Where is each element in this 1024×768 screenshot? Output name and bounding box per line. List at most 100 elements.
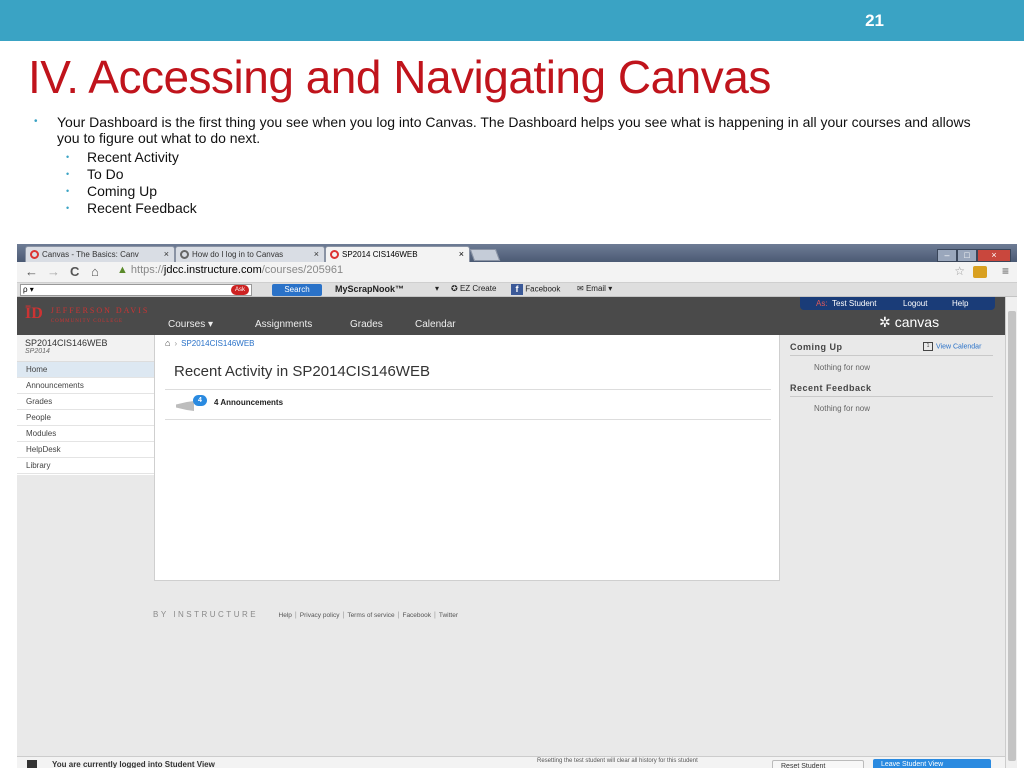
bookmark-star-icon[interactable]: ☆ — [954, 264, 965, 278]
college-logo[interactable]: ĪD JEFFERSON DAVIS COMMUNITY COLLEGE — [25, 305, 149, 325]
view-calendar-link[interactable]: 1 View Calendar — [923, 342, 981, 351]
student-view-message: You are currently logged into Student Vi… — [52, 760, 215, 768]
window-close-button[interactable]: × — [977, 249, 1011, 262]
canvas-brand[interactable]: ✲ canvas — [879, 314, 939, 331]
facebook-button[interactable]: f Facebook — [511, 284, 560, 295]
minimize-button[interactable]: – — [937, 249, 957, 262]
course-header: SP2014CIS146WEB SP2014 — [17, 335, 154, 362]
right-sidebar: Coming Up 1 View Calendar Nothing for now… — [787, 335, 993, 435]
slide-header-bar: 21 — [0, 0, 1024, 41]
logo-line1: JEFFERSON DAVIS — [50, 306, 150, 315]
divider — [165, 419, 771, 420]
page-title: Recent Activity in SP2014CIS146WEB — [174, 363, 430, 380]
help-link[interactable]: Help — [952, 299, 968, 308]
slide-bullets: Your Dashboard is the first thing you se… — [32, 114, 982, 217]
sidebar-item-people[interactable]: People — [17, 410, 154, 426]
close-icon[interactable]: × — [314, 249, 319, 259]
footer-privacy-link[interactable]: Privacy policy — [300, 612, 340, 619]
canvas-favicon-icon — [30, 250, 39, 259]
extension-icon[interactable] — [973, 266, 987, 278]
coming-up-empty: Nothing for now — [814, 363, 871, 372]
divider — [165, 389, 771, 390]
by-instructure: BY INSTRUCTURE — [153, 610, 259, 619]
back-arrow-icon[interactable]: ← — [25, 264, 38, 279]
subbullet-recent-activity: Recent Activity — [32, 149, 982, 166]
address-bar-row: ← → C ⌂ ▲ https://jdcc.instructure.com/co… — [17, 262, 1017, 283]
logo-mark: ĪD — [25, 305, 43, 322]
sidebar-item-home[interactable]: Home — [17, 362, 154, 378]
footer-separator: | — [294, 612, 297, 619]
tab-label: How do I log in to Canvas — [192, 250, 284, 259]
footer-twitter-link[interactable]: Twitter — [439, 612, 458, 619]
sidebar-item-helpdesk[interactable]: HelpDesk — [17, 442, 154, 458]
reset-warning: Resetting the test student will clear al… — [537, 758, 698, 764]
forward-arrow-icon[interactable]: → — [47, 264, 60, 279]
footer-separator: | — [397, 612, 400, 619]
maximize-button[interactable]: □ — [957, 249, 977, 262]
sidebar-item-library[interactable]: Library — [17, 458, 154, 474]
canvas-favicon-icon — [180, 250, 189, 259]
breadcrumb-course-link[interactable]: SP2014CIS146WEB — [181, 339, 254, 348]
slide-title: IV. Accessing and Navigating Canvas — [28, 51, 771, 103]
divider — [790, 355, 993, 356]
breadcrumb-separator: › — [174, 339, 178, 348]
nav-assignments[interactable]: Assignments — [255, 319, 312, 330]
leave-student-view-button[interactable]: Leave Student View — [873, 759, 991, 768]
tab-sp2014-cis146web[interactable]: SP2014 CIS146WEB × — [325, 246, 470, 262]
home-icon[interactable]: ⌂ — [165, 338, 170, 348]
tab-label: Canvas - The Basics: Canv — [42, 250, 139, 259]
scrollbar[interactable] — [1005, 297, 1017, 768]
footer-terms-link[interactable]: Terms of service — [347, 612, 394, 619]
coming-up-heading: Coming Up — [790, 342, 843, 352]
sidebar-item-announcements[interactable]: Announcements — [17, 378, 154, 394]
user-name-link[interactable]: Test Student — [832, 299, 876, 308]
logo-line2: COMMUNITY COLLEGE — [50, 319, 124, 324]
toolbar-search-button[interactable]: Search — [272, 284, 322, 296]
tab-how-do-i-log-in[interactable]: How do I log in to Canvas × — [175, 246, 325, 262]
url-domain: jdcc.instructure.com — [163, 264, 262, 276]
ez-create-label: EZ Create — [459, 284, 497, 293]
toolbar-search-input[interactable]: ρ ▾ Ask — [20, 284, 252, 296]
browser-screenshot: Canvas - The Basics: Canv × How do I log… — [17, 244, 1017, 768]
footer-separator: | — [434, 612, 436, 619]
nav-grades[interactable]: Grades — [350, 319, 383, 330]
reset-student-button[interactable]: Reset Student — [772, 760, 864, 768]
chevron-down-icon[interactable]: ▾ — [435, 284, 439, 293]
recent-feedback-heading: Recent Feedback — [790, 383, 872, 393]
canvas-header: ĪD JEFFERSON DAVIS COMMUNITY COLLEGE Cou… — [17, 297, 1005, 335]
canvas-brand-label: canvas — [894, 314, 940, 330]
email-label: Email — [585, 284, 606, 293]
tab-canvas-basics[interactable]: Canvas - The Basics: Canv × — [25, 246, 175, 262]
home-icon[interactable]: ⌂ — [91, 264, 99, 279]
student-view-icon — [27, 760, 37, 768]
announcements-link[interactable]: 4 Announcements — [214, 398, 283, 407]
announcements-icon-group[interactable]: 4 — [175, 393, 209, 415]
url-field[interactable]: ▲ https://jdcc.instructure.com/courses/20… — [117, 264, 967, 280]
window-controls: – □ × — [937, 245, 1011, 263]
sidebar-item-modules[interactable]: Modules — [17, 426, 154, 442]
sidebar-item-grades[interactable]: Grades — [17, 394, 154, 410]
facebook-icon: f — [511, 284, 523, 295]
nav-calendar[interactable]: Calendar — [415, 319, 456, 330]
new-tab-button[interactable] — [469, 249, 501, 261]
email-button[interactable]: ✉ Email ▾ — [577, 284, 612, 293]
browser-menu-icon[interactable]: ≡ — [1002, 264, 1009, 278]
logo-text: JEFFERSON DAVIS COMMUNITY COLLEGE — [51, 305, 150, 325]
ez-create-button[interactable]: ✪ EZ Create — [451, 284, 496, 293]
footer-help-link[interactable]: Help — [279, 612, 292, 619]
nav-courses[interactable]: Courses ▾ — [168, 319, 213, 330]
facebook-label: Facebook — [525, 284, 561, 294]
close-icon[interactable]: × — [459, 249, 464, 259]
close-icon[interactable]: × — [164, 249, 169, 259]
addon-toolbar: ρ ▾ Ask Search MyScrapNook™ ▾ ✪ EZ Creat… — [17, 283, 1017, 297]
course-term: SP2014 — [25, 348, 50, 355]
canvas-favicon-icon — [330, 250, 339, 259]
lock-icon: ▲ — [117, 264, 128, 276]
scrollbar-thumb[interactable] — [1008, 311, 1016, 761]
logout-link[interactable]: Logout — [903, 299, 927, 308]
reload-icon[interactable]: C — [70, 264, 79, 279]
calendar-icon: 1 — [923, 342, 933, 351]
footer-facebook-link[interactable]: Facebook — [402, 612, 431, 619]
myscrapnook-button[interactable]: MyScrapNook™ — [335, 284, 404, 294]
recent-feedback-empty: Nothing for now — [814, 404, 871, 413]
